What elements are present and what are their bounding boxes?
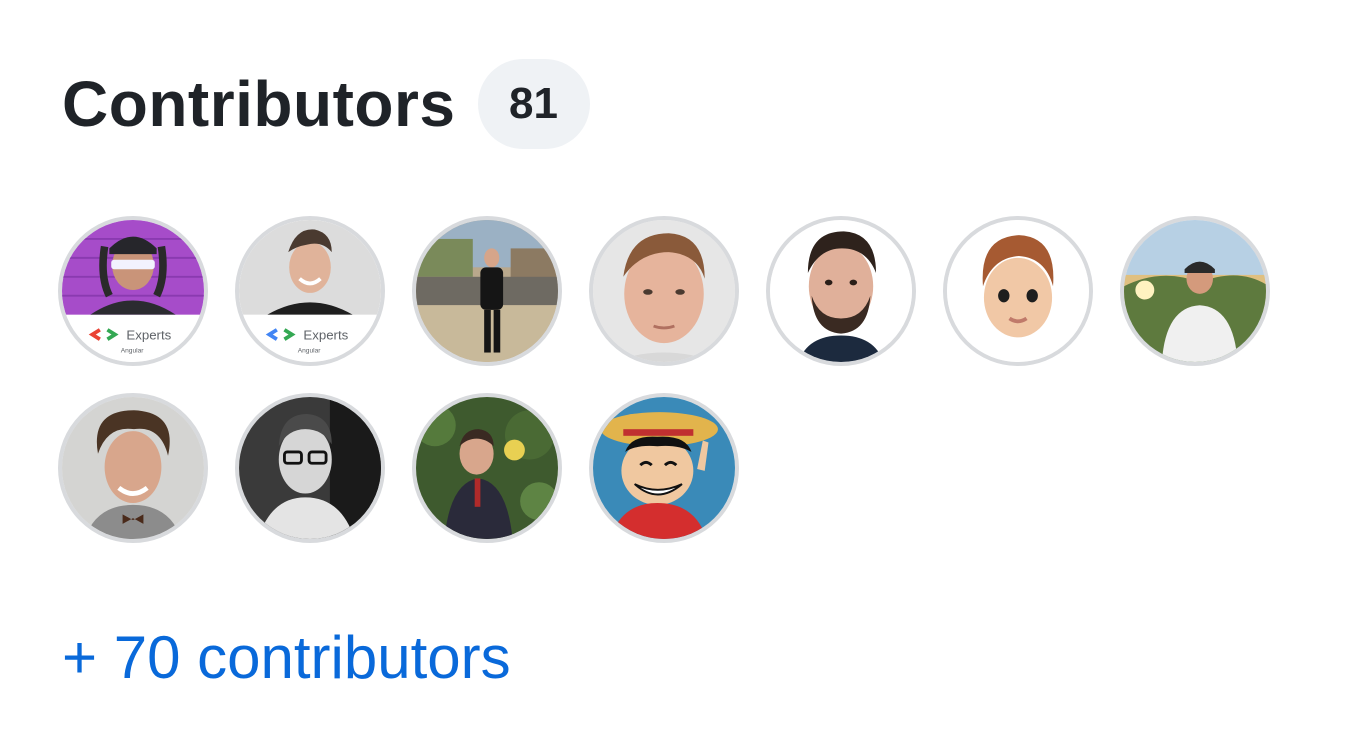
- contributor-avatar-11[interactable]: [589, 393, 739, 543]
- avatar-portrait-beard-icon: [770, 220, 912, 362]
- avatar-memoji-icon: [947, 220, 1089, 362]
- more-contributors-link[interactable]: + 70 contributors: [62, 628, 511, 688]
- avatar-street-photo-icon: [416, 220, 558, 362]
- contributor-avatar-4[interactable]: [589, 216, 739, 366]
- contributor-avatar-7[interactable]: [1120, 216, 1270, 366]
- svg-text:Experts: Experts: [303, 327, 348, 342]
- avatar-anime-straw-hat-icon: [593, 397, 735, 539]
- svg-text:Angular: Angular: [298, 348, 322, 355]
- avatar-tree-fruit-icon: [416, 397, 558, 539]
- svg-text:Angular: Angular: [121, 348, 145, 355]
- contributors-count-badge: 81: [477, 59, 590, 149]
- contributor-avatar-2[interactable]: Experts Angular: [235, 216, 385, 366]
- avatar-portrait-light-icon: [593, 220, 735, 362]
- avatar-glasses-bw-icon: [239, 397, 381, 539]
- contributor-avatar-8[interactable]: [58, 393, 208, 543]
- contributors-title: Contributors: [62, 68, 456, 140]
- contributor-avatar-6[interactable]: [943, 216, 1093, 366]
- avatar-curly-hair-icon: [62, 397, 204, 539]
- avatar-sunset-landscape-icon: [1124, 220, 1266, 362]
- contributor-avatar-9[interactable]: [235, 393, 385, 543]
- avatar-gde-smile-icon: Experts Angular: [239, 220, 381, 362]
- svg-text:Experts: Experts: [126, 327, 171, 342]
- contributor-avatar-3[interactable]: [412, 216, 562, 366]
- contributor-avatar-10[interactable]: [412, 393, 562, 543]
- contributor-avatar-5[interactable]: [766, 216, 916, 366]
- contributors-header: Contributors 81: [62, 58, 590, 150]
- contributor-avatar-1[interactable]: Experts Angular: [58, 216, 208, 366]
- avatar-gde-neon-icon: Experts Angular: [62, 220, 204, 362]
